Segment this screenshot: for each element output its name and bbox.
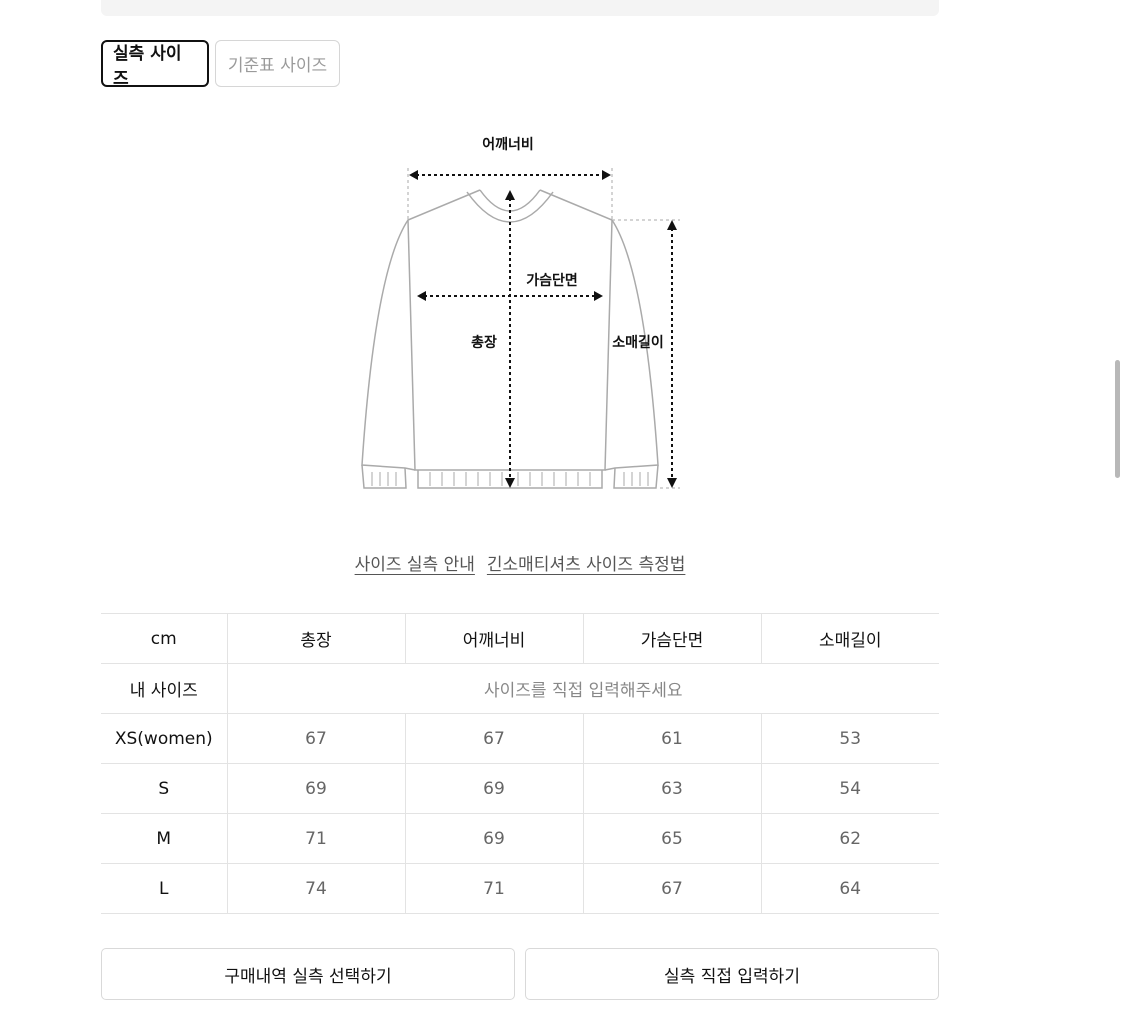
header-length: 총장	[226, 613, 405, 664]
guide-lines	[407, 168, 680, 489]
header-chest: 가슴단면	[582, 613, 761, 664]
table-cell: 71	[226, 813, 405, 864]
top-panel-edge	[101, 0, 939, 16]
table-row: S 69 69 63 54	[101, 763, 939, 814]
header-unit: cm	[101, 613, 227, 664]
chest-label: 가슴단면	[526, 272, 578, 289]
table-cell: 63	[582, 763, 761, 814]
action-buttons: 구매내역 실측 선택하기 실측 직접 입력하기	[101, 948, 939, 1000]
table-cell: 65	[582, 813, 761, 864]
table-row: L 74 71 67 64	[101, 863, 939, 914]
size-label: XS(women)	[101, 713, 227, 764]
size-tabs: 실측 사이즈 기준표 사이즈	[101, 40, 340, 89]
table-cell: 67	[582, 863, 761, 914]
table-cell: 71	[404, 863, 583, 914]
measure-arrows	[416, 174, 673, 480]
scrollbar-thumb[interactable]	[1115, 360, 1120, 478]
size-label: L	[101, 863, 227, 914]
size-guide-links: 사이즈 실측 안내 긴소매티셔츠 사이즈 측정법	[0, 550, 1040, 575]
select-purchase-history-button[interactable]: 구매내역 실측 선택하기	[101, 948, 515, 1000]
header-shoulder: 어깨너비	[404, 613, 583, 664]
table-cell: 61	[582, 713, 761, 764]
tab-standard-size[interactable]: 기준표 사이즈	[215, 40, 340, 87]
table-row: XS(women) 67 67 61 53	[101, 713, 939, 764]
table-header-row: cm 총장 어깨너비 가슴단면 소매길이	[101, 613, 939, 664]
size-measure-guide-link[interactable]: 사이즈 실측 안내	[355, 550, 475, 575]
longsleeve-measure-method-link[interactable]: 긴소매티셔츠 사이즈 측정법	[487, 550, 686, 575]
length-label: 총장	[471, 334, 497, 351]
sleeve-label: 소매길이	[612, 334, 664, 351]
table-cell: 67	[404, 713, 583, 764]
table-cell: 69	[404, 813, 583, 864]
table-row: M 71 69 65 62	[101, 813, 939, 864]
size-label: M	[101, 813, 227, 864]
shoulder-label: 어깨너비	[482, 136, 534, 153]
arrow-heads	[409, 170, 677, 488]
table-cell: 62	[760, 813, 939, 864]
enter-measurement-button[interactable]: 실측 직접 입력하기	[525, 948, 939, 1000]
table-cell: 54	[760, 763, 939, 814]
garment-measurement-diagram: 어깨너비 가슴단면 총장 소매길이	[340, 120, 700, 510]
my-size-row[interactable]: 내 사이즈 사이즈를 직접 입력해주세요	[101, 663, 939, 714]
table-cell: 67	[226, 713, 405, 764]
my-size-label: 내 사이즈	[101, 663, 227, 714]
table-cell: 69	[404, 763, 583, 814]
table-cell: 74	[226, 863, 405, 914]
size-label: S	[101, 763, 227, 814]
my-size-input-prompt[interactable]: 사이즈를 직접 입력해주세요	[226, 663, 939, 714]
table-cell: 53	[760, 713, 939, 764]
tab-measured-size[interactable]: 실측 사이즈	[101, 40, 209, 89]
table-cell: 69	[226, 763, 405, 814]
size-table: cm 총장 어깨너비 가슴단면 소매길이 내 사이즈 사이즈를 직접 입력해주세…	[101, 613, 939, 914]
header-sleeve: 소매길이	[760, 613, 939, 664]
table-cell: 64	[760, 863, 939, 914]
